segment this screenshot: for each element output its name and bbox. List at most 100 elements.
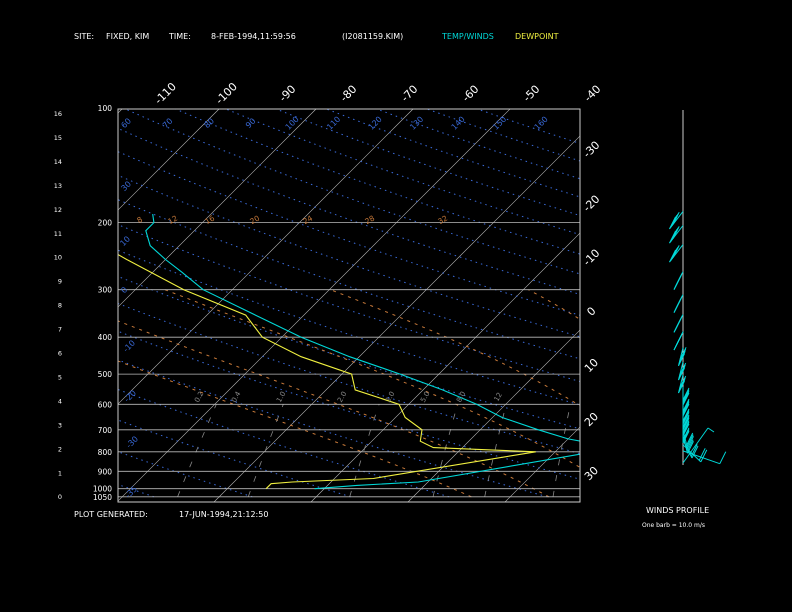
mixing-ratio-label: 2.0 bbox=[336, 390, 348, 404]
height-label: 16 bbox=[54, 110, 62, 118]
right-isotherm-label: 30 bbox=[582, 464, 601, 483]
isotherm-line bbox=[118, 109, 220, 211]
dry-adiabat bbox=[118, 359, 548, 498]
right-isotherm-label: -20 bbox=[581, 193, 603, 215]
height-label: 8 bbox=[58, 302, 62, 310]
height-label: 5 bbox=[58, 373, 62, 381]
height-label: 12 bbox=[54, 206, 62, 214]
dry-adiabat-label: 0 bbox=[119, 285, 129, 295]
dry-adiabat bbox=[118, 275, 580, 430]
top-isotherm-label: -70 bbox=[399, 83, 421, 105]
height-label: 3 bbox=[58, 421, 62, 429]
top-isotherm-label: -50 bbox=[521, 83, 543, 105]
wind-barb-flag bbox=[719, 451, 727, 464]
pressure-label: 400 bbox=[98, 333, 113, 342]
dry-adiabat bbox=[118, 249, 580, 406]
right-isotherm-label: 10 bbox=[582, 356, 601, 375]
dry-adiabat-label: 150 bbox=[491, 115, 508, 132]
height-label: 11 bbox=[54, 230, 62, 238]
dry-adiabat-label: 130 bbox=[408, 115, 425, 132]
theta-e-label: 24 bbox=[301, 213, 314, 226]
dry-adiabat-label: 100 bbox=[284, 115, 301, 132]
wind-barb-flag bbox=[675, 295, 683, 308]
dry-adiabat bbox=[475, 109, 580, 145]
dewpoint-profile bbox=[118, 253, 536, 490]
top-isotherm-label: -80 bbox=[338, 83, 360, 105]
isotherm-line bbox=[407, 329, 580, 502]
dry-adiabat bbox=[375, 109, 580, 180]
dry-adiabat-label: 80 bbox=[202, 116, 216, 130]
height-label: 10 bbox=[54, 254, 62, 262]
skew-t-diagram: 1002003004005006007008009001000105016151… bbox=[0, 80, 792, 503]
height-label: 14 bbox=[54, 158, 62, 166]
height-label: 0 bbox=[58, 493, 62, 501]
isotherm-line bbox=[0, 109, 25, 502]
mixing-ratio-label: 3.0 bbox=[384, 390, 396, 404]
dry-adiabat-label: 30 bbox=[119, 179, 133, 193]
dry-adiabat bbox=[325, 109, 580, 198]
pressure-label: 1050 bbox=[93, 493, 112, 502]
pressure-label: 200 bbox=[98, 219, 113, 228]
mixing-ratio-label: 8.0 bbox=[455, 390, 467, 404]
height-label: 1 bbox=[58, 469, 62, 477]
theta-e-label: 8 bbox=[135, 215, 144, 225]
pressure-label: 800 bbox=[98, 448, 113, 457]
dry-adiabat bbox=[118, 224, 580, 383]
pressure-label: 600 bbox=[98, 400, 113, 409]
right-isotherm-label: 0 bbox=[584, 304, 598, 318]
theta-e-label: 16 bbox=[203, 213, 216, 226]
dry-adiabat bbox=[118, 199, 580, 360]
height-label: 6 bbox=[58, 350, 62, 358]
dry-adiabat bbox=[118, 330, 580, 480]
dry-adiabat-label: -30 bbox=[124, 434, 140, 450]
dry-adiabat-label: 60 bbox=[119, 116, 133, 130]
dry-adiabat-label: 10 bbox=[118, 234, 132, 248]
isotherm-line bbox=[699, 109, 792, 502]
mixing-ratio-label: 0.2 bbox=[193, 390, 205, 404]
dry-adiabat bbox=[118, 151, 580, 316]
barb-note: One barb = 10.0 m/s bbox=[642, 522, 705, 529]
pressure-label: 900 bbox=[98, 467, 113, 476]
pressure-label: 700 bbox=[98, 426, 113, 435]
mixing-ratio-label: 12 bbox=[493, 391, 504, 403]
pressure-label: 300 bbox=[98, 286, 113, 295]
height-label: 9 bbox=[58, 278, 62, 286]
theta-e-label: 28 bbox=[363, 213, 376, 226]
top-isotherm-label: -110 bbox=[152, 80, 179, 107]
theta-e-label: 32 bbox=[436, 213, 449, 226]
dry-adiabat bbox=[224, 109, 580, 236]
height-label: 2 bbox=[58, 445, 62, 453]
height-label: 7 bbox=[58, 326, 62, 334]
plot-frame bbox=[117, 108, 581, 503]
mixing-ratio-label: 0.4 bbox=[230, 390, 243, 404]
winds-profile-title: WINDS PROFILE bbox=[646, 506, 710, 515]
mixing-ratio-line bbox=[349, 404, 380, 497]
wind-barb-flag bbox=[675, 315, 683, 328]
top-isotherm-label: -100 bbox=[213, 80, 240, 107]
right-isotherm-label: -10 bbox=[581, 247, 603, 269]
plot-generated-value: 17-JUN-1994,21:12:50 bbox=[179, 510, 269, 519]
wind-barb-flag bbox=[676, 331, 684, 344]
top-isotherm-label: -60 bbox=[460, 83, 482, 105]
mixing-ratio-label: 1.0 bbox=[275, 390, 287, 404]
theta-e-label: 12 bbox=[166, 213, 179, 226]
dry-adiabat-label: -10 bbox=[121, 338, 137, 354]
dry-adiabat-label: 90 bbox=[244, 116, 258, 130]
theta-e-label: 20 bbox=[248, 213, 261, 226]
dry-adiabat bbox=[118, 302, 580, 455]
height-label: 15 bbox=[54, 134, 62, 142]
mixing-ratio-line bbox=[619, 404, 632, 497]
top-isotherm-label: -90 bbox=[277, 83, 299, 105]
pressure-label: 500 bbox=[98, 370, 113, 379]
dry-adiabat bbox=[118, 388, 450, 498]
dry-adiabat bbox=[425, 109, 580, 162]
dry-adiabat bbox=[118, 174, 580, 338]
isotherm-line bbox=[118, 109, 414, 405]
plot-area bbox=[0, 109, 792, 502]
right-isotherm-label: 20 bbox=[582, 410, 601, 429]
height-label: 4 bbox=[58, 397, 62, 405]
dry-adiabat-label: 140 bbox=[450, 115, 467, 132]
dry-adiabat-label: 160 bbox=[533, 115, 550, 132]
temperature-profile bbox=[145, 214, 580, 490]
pressure-label: 100 bbox=[98, 104, 113, 113]
